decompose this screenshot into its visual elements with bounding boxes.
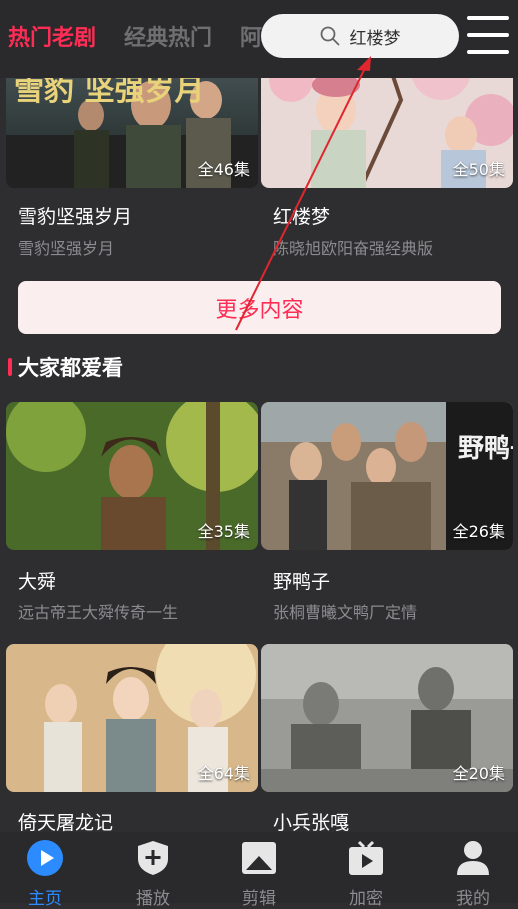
drama-title: 小兵张嘎 xyxy=(273,812,350,834)
nav-label: 主页 xyxy=(28,889,62,909)
section-title: 大家都爱看 xyxy=(18,356,123,380)
search-icon xyxy=(320,26,340,46)
poster[interactable]: 全64集 xyxy=(6,644,258,792)
episode-count: 全35集 xyxy=(197,522,250,541)
drama-card[interactable]: 全64集 倚天屠龙记 xyxy=(6,644,258,834)
nav-label: 剪辑 xyxy=(242,889,276,909)
drama-subtitle: 雪豹坚强岁月 xyxy=(18,239,115,258)
section-header: 大家都爱看 xyxy=(8,352,123,382)
top-bar: 热门老剧 经典热门 阿 红楼梦 xyxy=(0,0,518,78)
drama-title: 倚天屠龙记 xyxy=(18,812,114,834)
episode-count: 全20集 xyxy=(452,764,505,783)
nav-mine[interactable]: 我的 xyxy=(433,838,513,909)
drama-title: 大舜 xyxy=(18,571,57,593)
episode-count: 全50集 xyxy=(452,160,505,179)
nav-home[interactable]: 主页 xyxy=(5,838,85,909)
drama-card[interactable]: 全20集 小兵张嘎 xyxy=(261,644,513,834)
bottom-navigation: 主页 播放 剪辑 加密 我的 xyxy=(0,832,518,909)
image-frame-icon xyxy=(239,838,279,878)
shield-plus-icon xyxy=(133,838,173,878)
user-icon xyxy=(453,838,493,878)
poster-title-text: 雪豹 坚强岁月 xyxy=(14,73,204,108)
nav-encrypt[interactable]: 加密 xyxy=(326,838,406,909)
nav-edit[interactable]: 剪辑 xyxy=(219,838,299,909)
tab-hot-classics[interactable]: 热门老剧 xyxy=(8,20,96,52)
episode-count: 全46集 xyxy=(197,160,250,179)
poster[interactable]: 全35集 xyxy=(6,402,258,550)
poster-title-text: 野鸭子 xyxy=(458,434,513,464)
search-box[interactable]: 红楼梦 xyxy=(261,14,459,58)
nav-label: 加密 xyxy=(349,889,383,909)
menu-icon[interactable] xyxy=(467,14,509,56)
drama-title: 野鸭子 xyxy=(273,571,331,593)
search-text: 红楼梦 xyxy=(349,28,401,49)
drama-subtitle: 陈晓旭欧阳奋强经典版 xyxy=(273,239,434,258)
nav-play[interactable]: 播放 xyxy=(113,838,193,909)
poster[interactable]: 野鸭子 全26集 xyxy=(261,402,513,550)
poster[interactable]: 全20集 xyxy=(261,644,513,792)
tab-classic-popular[interactable]: 经典热门 xyxy=(124,20,212,52)
drama-title: 红楼梦 xyxy=(273,206,331,228)
more-content-button[interactable]: 更多内容 xyxy=(18,281,501,334)
nav-label: 播放 xyxy=(136,889,170,909)
episode-count: 全64集 xyxy=(197,764,250,783)
nav-label: 我的 xyxy=(456,889,490,909)
section-accent-bar xyxy=(8,358,12,376)
drama-card[interactable]: 全35集 大舜 远古帝王大舜传奇一生 xyxy=(6,402,258,622)
tv-play-icon xyxy=(346,838,386,878)
play-circle-icon xyxy=(25,838,65,878)
drama-subtitle: 远古帝王大舜传奇一生 xyxy=(18,603,179,622)
drama-subtitle: 张桐曹曦文鸭厂定情 xyxy=(273,603,418,622)
drama-title: 雪豹坚强岁月 xyxy=(18,206,133,228)
episode-count: 全26集 xyxy=(452,522,505,541)
drama-card[interactable]: 野鸭子 全26集 野鸭子 张桐曹曦文鸭厂定情 xyxy=(261,402,513,622)
